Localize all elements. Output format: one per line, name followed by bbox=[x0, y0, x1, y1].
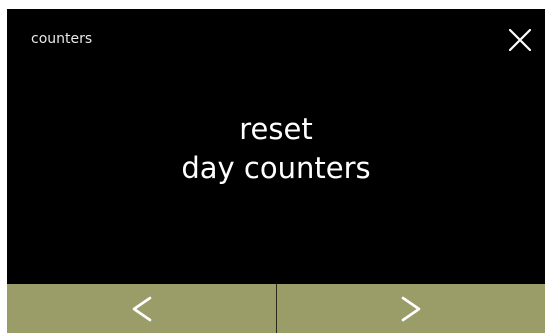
close-icon bbox=[508, 28, 532, 52]
previous-button[interactable] bbox=[7, 284, 276, 333]
next-button[interactable] bbox=[277, 284, 545, 333]
navigation-bar bbox=[7, 284, 545, 333]
chevron-left-icon bbox=[132, 296, 151, 321]
message-line-2: day counters bbox=[181, 151, 371, 185]
reset-message: reset day counters bbox=[7, 110, 545, 188]
message-line-1: reset bbox=[239, 112, 313, 146]
close-button[interactable] bbox=[507, 27, 533, 53]
screen: counters reset day counters bbox=[7, 9, 545, 333]
chevron-right-icon bbox=[401, 296, 421, 321]
page-title: counters bbox=[31, 31, 93, 47]
